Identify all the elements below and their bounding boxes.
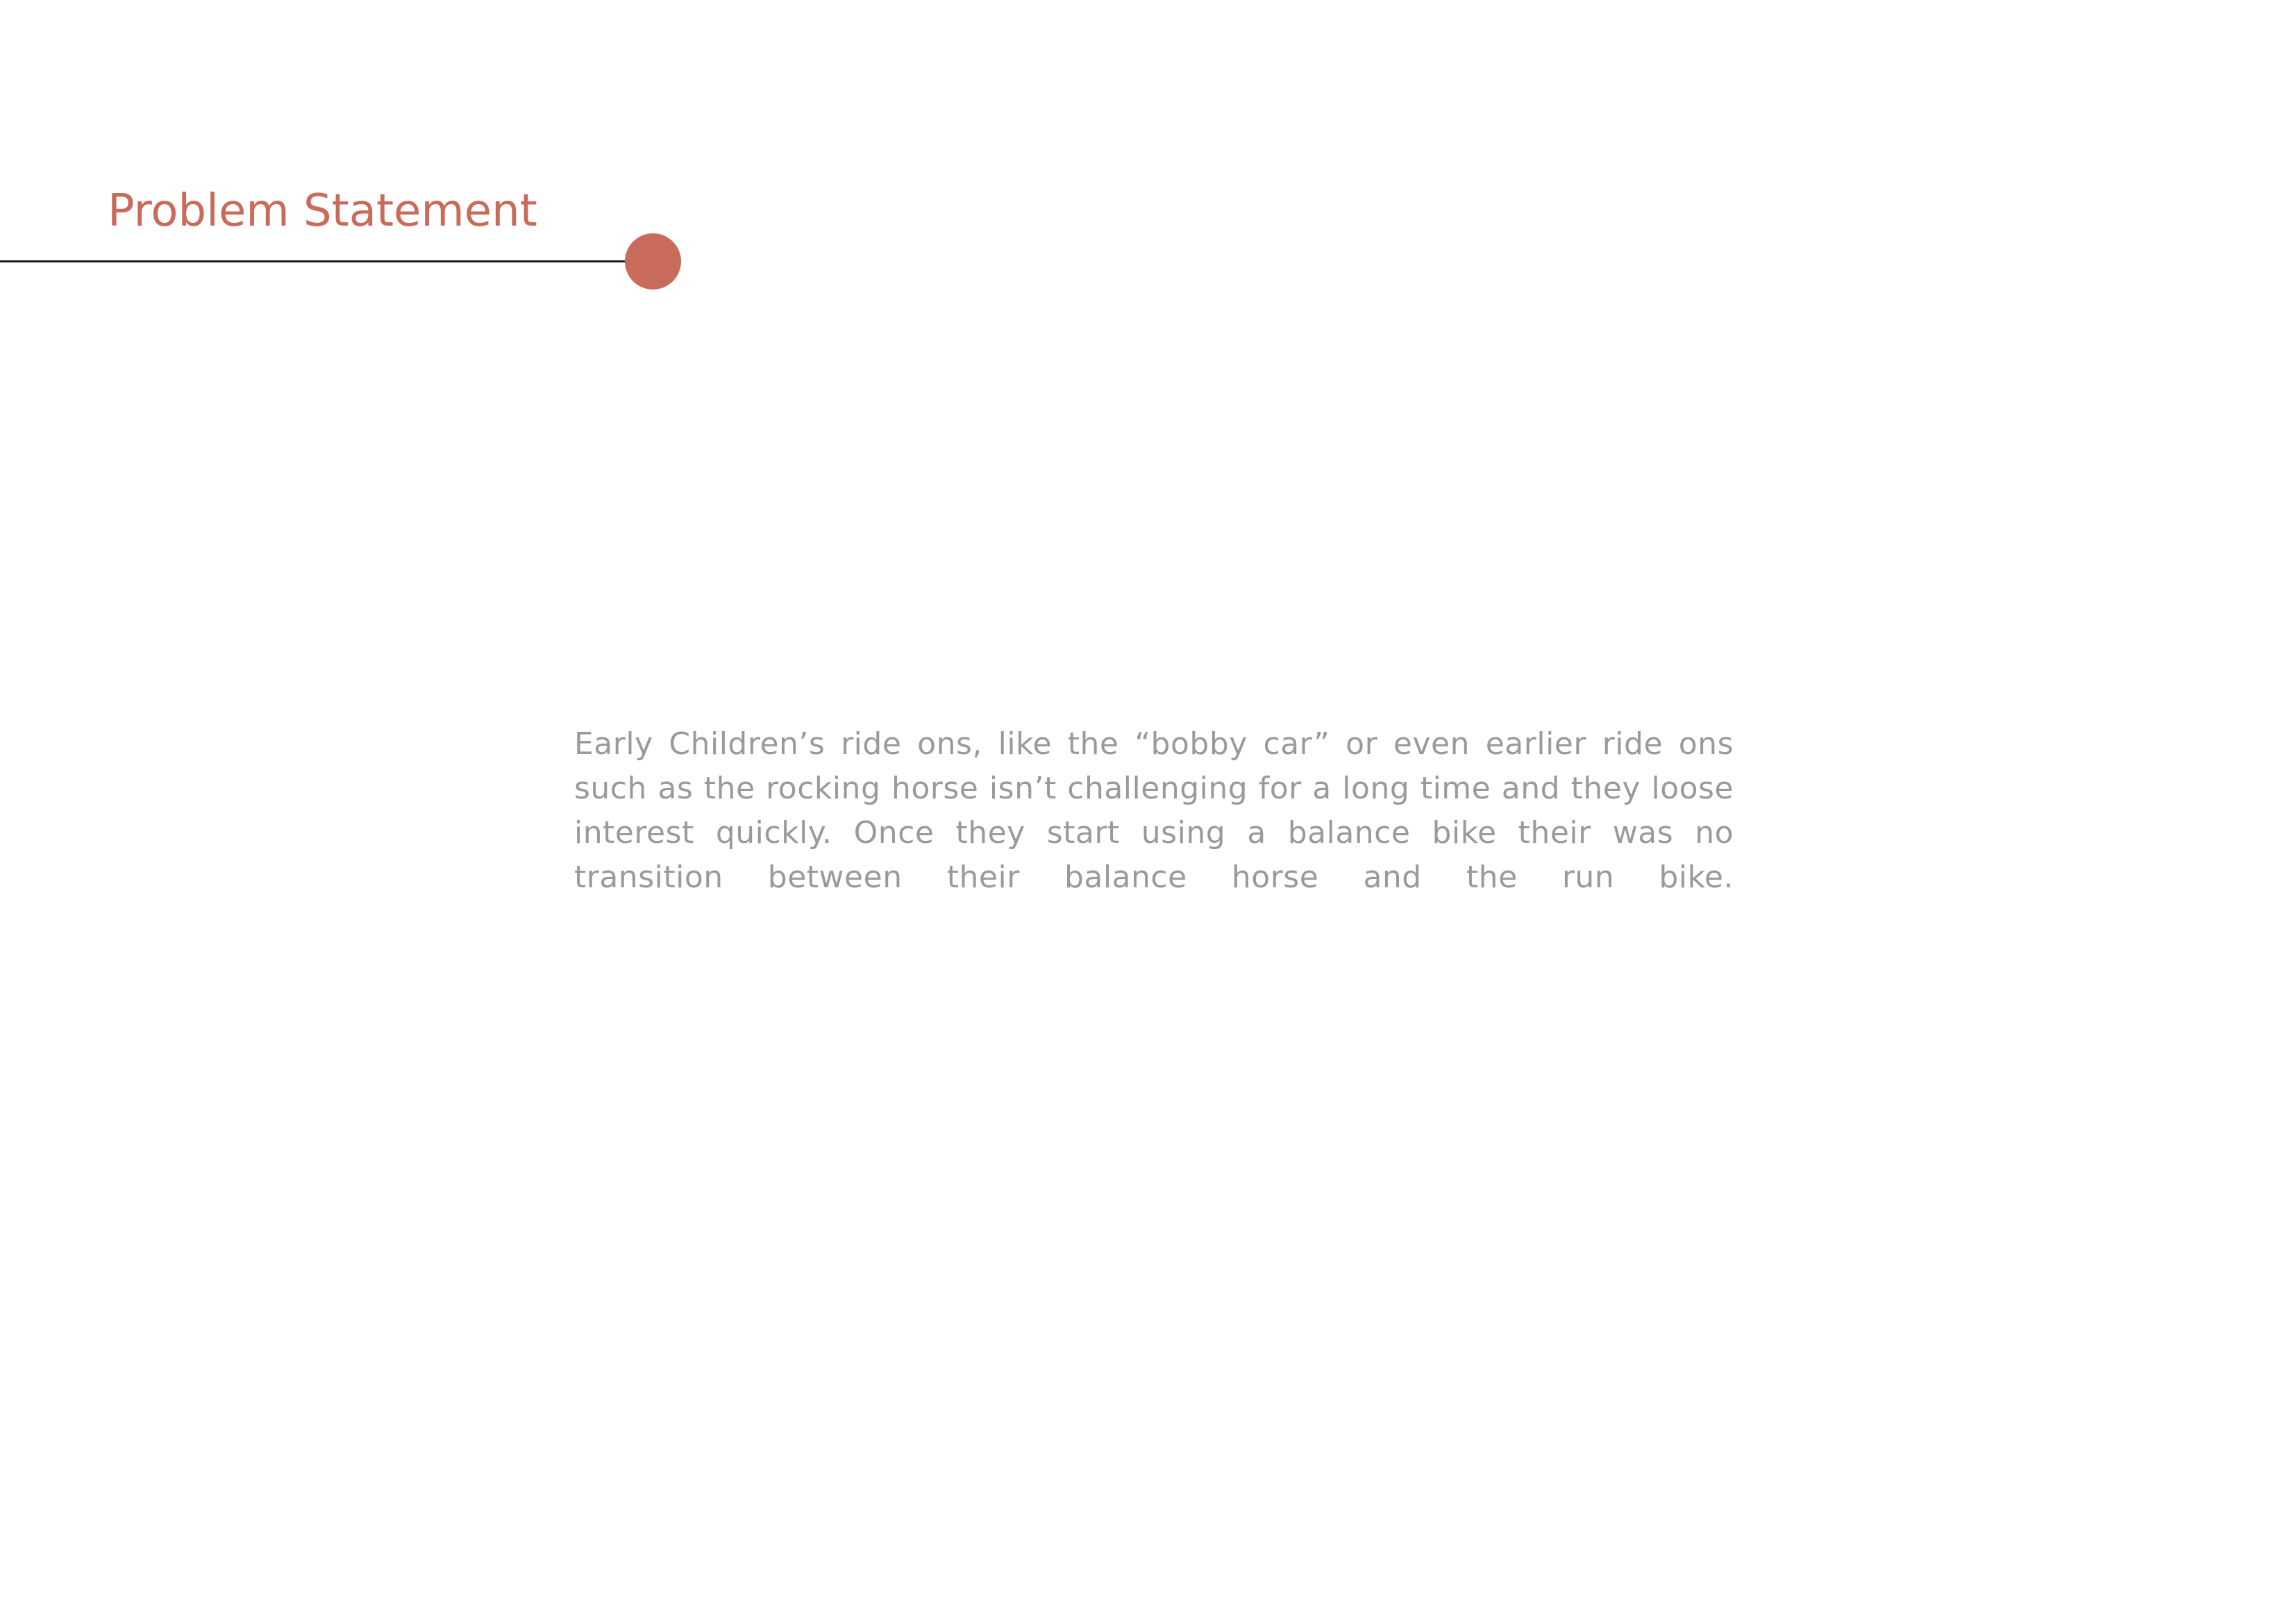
- title-accent-dot: [625, 233, 681, 290]
- page-title: Problem Statement: [108, 185, 537, 237]
- title-underline-rule: [0, 260, 628, 262]
- problem-statement-paragraph: Early Children’s ride ons, like the “bob…: [574, 726, 1734, 895]
